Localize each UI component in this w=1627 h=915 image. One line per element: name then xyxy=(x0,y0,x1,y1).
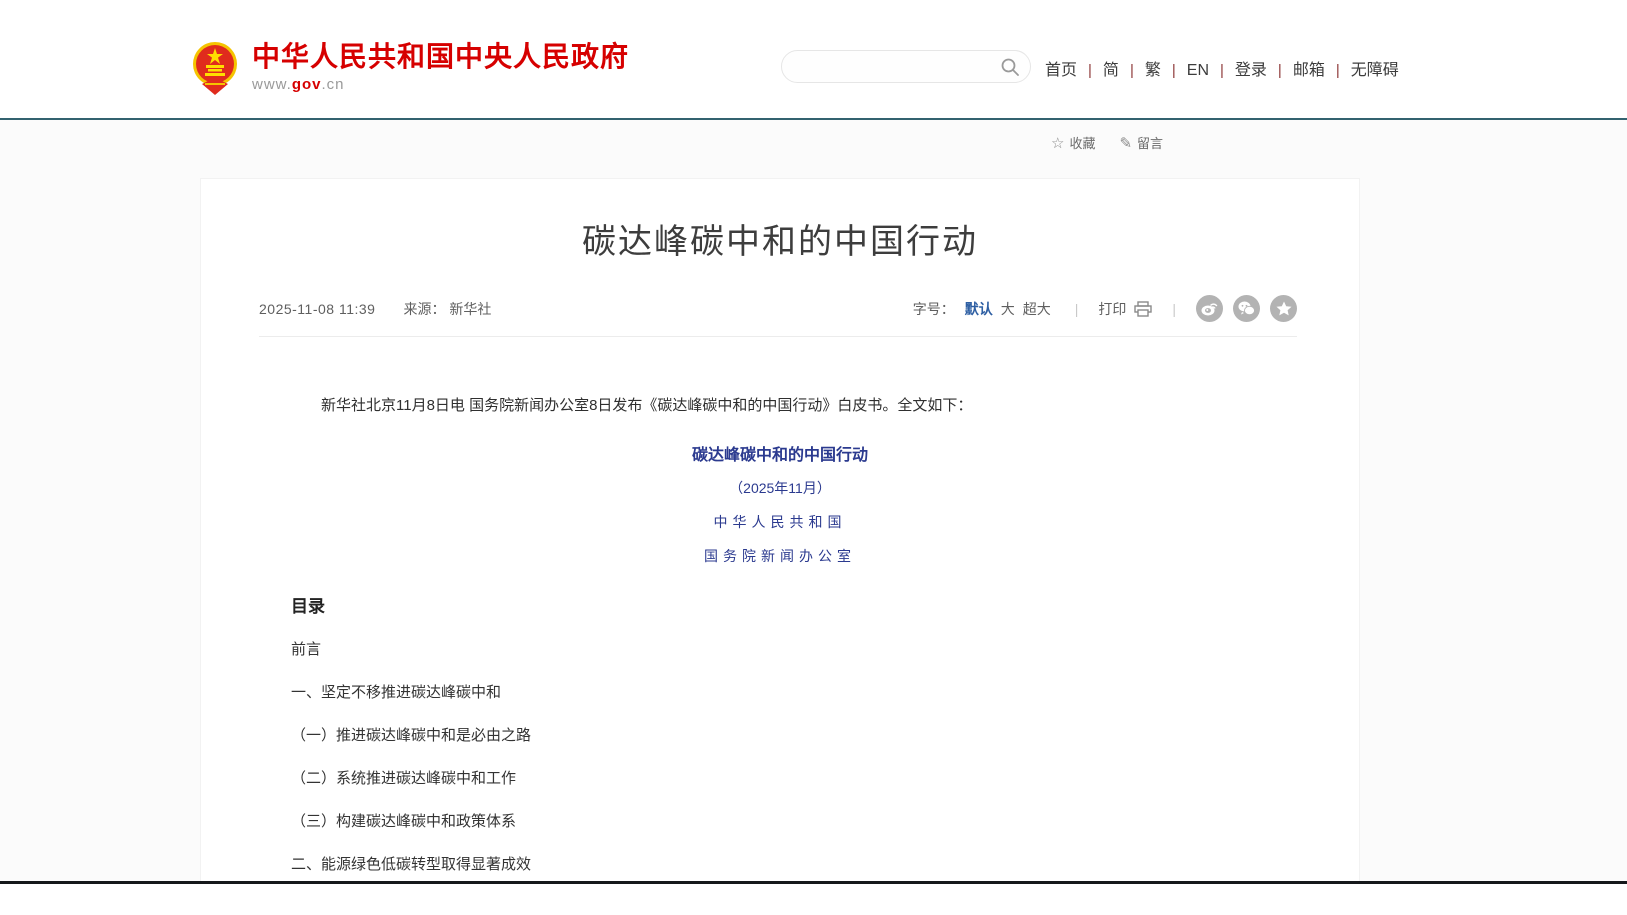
print-label: 打印 xyxy=(1098,299,1126,319)
toc-item: 前言 xyxy=(291,640,1269,660)
site-title: 中华人民共和国中央人民政府 xyxy=(252,42,629,72)
page-title: 碳达峰碳中和的中国行动 xyxy=(201,219,1359,265)
top-nav: 首页 | 简 | 繁 | EN | 登录 | 邮箱 | 无障碍 xyxy=(1045,56,1399,80)
nav-separator: | xyxy=(1172,62,1176,79)
national-emblem-icon xyxy=(192,40,238,95)
document-title: 碳达峰碳中和的中国行动 xyxy=(291,441,1269,465)
toc-item: 一、坚定不移推进碳达峰碳中和 xyxy=(291,683,1269,703)
search-box xyxy=(781,50,1031,83)
nav-separator: | xyxy=(1088,62,1092,79)
printer-icon xyxy=(1134,301,1152,317)
print-button[interactable]: 打印 xyxy=(1098,299,1152,319)
site-brand[interactable]: 中华人民共和国中央人民政府 www.gov.cn xyxy=(192,40,629,95)
nav-accessibility[interactable]: 无障碍 xyxy=(1351,62,1399,79)
search-input[interactable] xyxy=(782,59,1000,75)
font-size-xlarge[interactable]: 超大 xyxy=(1023,299,1051,319)
search-icon[interactable] xyxy=(1000,57,1020,77)
article-card: 碳达峰碳中和的中国行动 2025-11-08 11:39 来源： 新华社 字号：… xyxy=(200,178,1360,881)
font-size-large[interactable]: 大 xyxy=(1001,299,1015,319)
favorite-button[interactable]: ☆ 收藏 xyxy=(1051,133,1095,152)
page-tools: ☆ 收藏 ✎ 留言 xyxy=(1051,133,1163,152)
comment-button[interactable]: ✎ 留言 xyxy=(1119,133,1163,152)
share-group xyxy=(1196,295,1297,322)
nav-traditional[interactable]: 繁 xyxy=(1145,62,1161,79)
publish-date: 2025-11-08 11:39 xyxy=(259,301,375,317)
weibo-share-icon[interactable] xyxy=(1196,295,1223,322)
page-background: ☆ 收藏 ✎ 留言 碳达峰碳中和的中国行动 2025-11-08 11:39 来… xyxy=(0,120,1627,881)
pencil-icon: ✎ xyxy=(1119,134,1132,152)
nav-home[interactable]: 首页 xyxy=(1045,62,1077,79)
meta-separator: | xyxy=(1075,301,1079,317)
nav-separator: | xyxy=(1220,62,1224,79)
article-meta: 2025-11-08 11:39 来源： 新华社 字号： 默认 大 超大 | 打… xyxy=(259,295,1297,337)
site-url: www.gov.cn xyxy=(252,76,629,93)
comment-label: 留言 xyxy=(1137,133,1163,152)
site-header: 中华人民共和国中央人民政府 www.gov.cn 首页 | 简 | 繁 | EN | 登录 | 邮箱… xyxy=(0,0,1627,118)
lead-paragraph: 新华社北京11月8日电 国务院新闻办公室8日发布《碳达峰碳中和的中国行动》白皮书… xyxy=(291,395,1269,416)
favorite-label: 收藏 xyxy=(1069,133,1095,152)
source-name: 新华社 xyxy=(449,301,491,317)
wechat-share-icon[interactable] xyxy=(1233,295,1260,322)
bottom-divider xyxy=(0,881,1627,884)
star-outline-icon: ☆ xyxy=(1051,134,1064,152)
toc-item: （二）系统推进碳达峰碳中和工作 xyxy=(291,769,1269,789)
font-size-default[interactable]: 默认 xyxy=(965,299,993,319)
nav-separator: | xyxy=(1278,62,1282,79)
document-org-line2: 国务院新闻办公室 xyxy=(291,546,1269,566)
nav-separator: | xyxy=(1130,62,1134,79)
star-share-icon[interactable] xyxy=(1270,295,1297,322)
meta-separator: | xyxy=(1172,301,1176,317)
document-org-line1: 中华人民共和国 xyxy=(291,512,1269,532)
toc-heading: 目录 xyxy=(291,592,1269,617)
nav-simplified[interactable]: 简 xyxy=(1103,62,1119,79)
toc-item: 二、能源绿色低碳转型取得显著成效 xyxy=(291,855,1269,875)
nav-english[interactable]: EN xyxy=(1187,62,1209,79)
meta-left: 2025-11-08 11:39 来源： 新华社 xyxy=(259,299,491,319)
nav-login[interactable]: 登录 xyxy=(1235,62,1267,79)
nav-mail[interactable]: 邮箱 xyxy=(1293,62,1325,79)
toc-item: （三）构建碳达峰碳中和政策体系 xyxy=(291,812,1269,832)
toc-item: （一）推进碳达峰碳中和是必由之路 xyxy=(291,726,1269,746)
document-date: （2025年11月） xyxy=(291,478,1269,498)
site-title-block: 中华人民共和国中央人民政府 www.gov.cn xyxy=(252,42,629,93)
article-body: 新华社北京11月8日电 国务院新闻办公室8日发布《碳达峰碳中和的中国行动》白皮书… xyxy=(291,395,1269,881)
font-size-label: 字号： xyxy=(913,299,955,319)
meta-right: 字号： 默认 大 超大 | 打印 | xyxy=(913,295,1297,322)
nav-separator: | xyxy=(1336,62,1340,79)
source: 来源： 新华社 xyxy=(403,299,491,319)
